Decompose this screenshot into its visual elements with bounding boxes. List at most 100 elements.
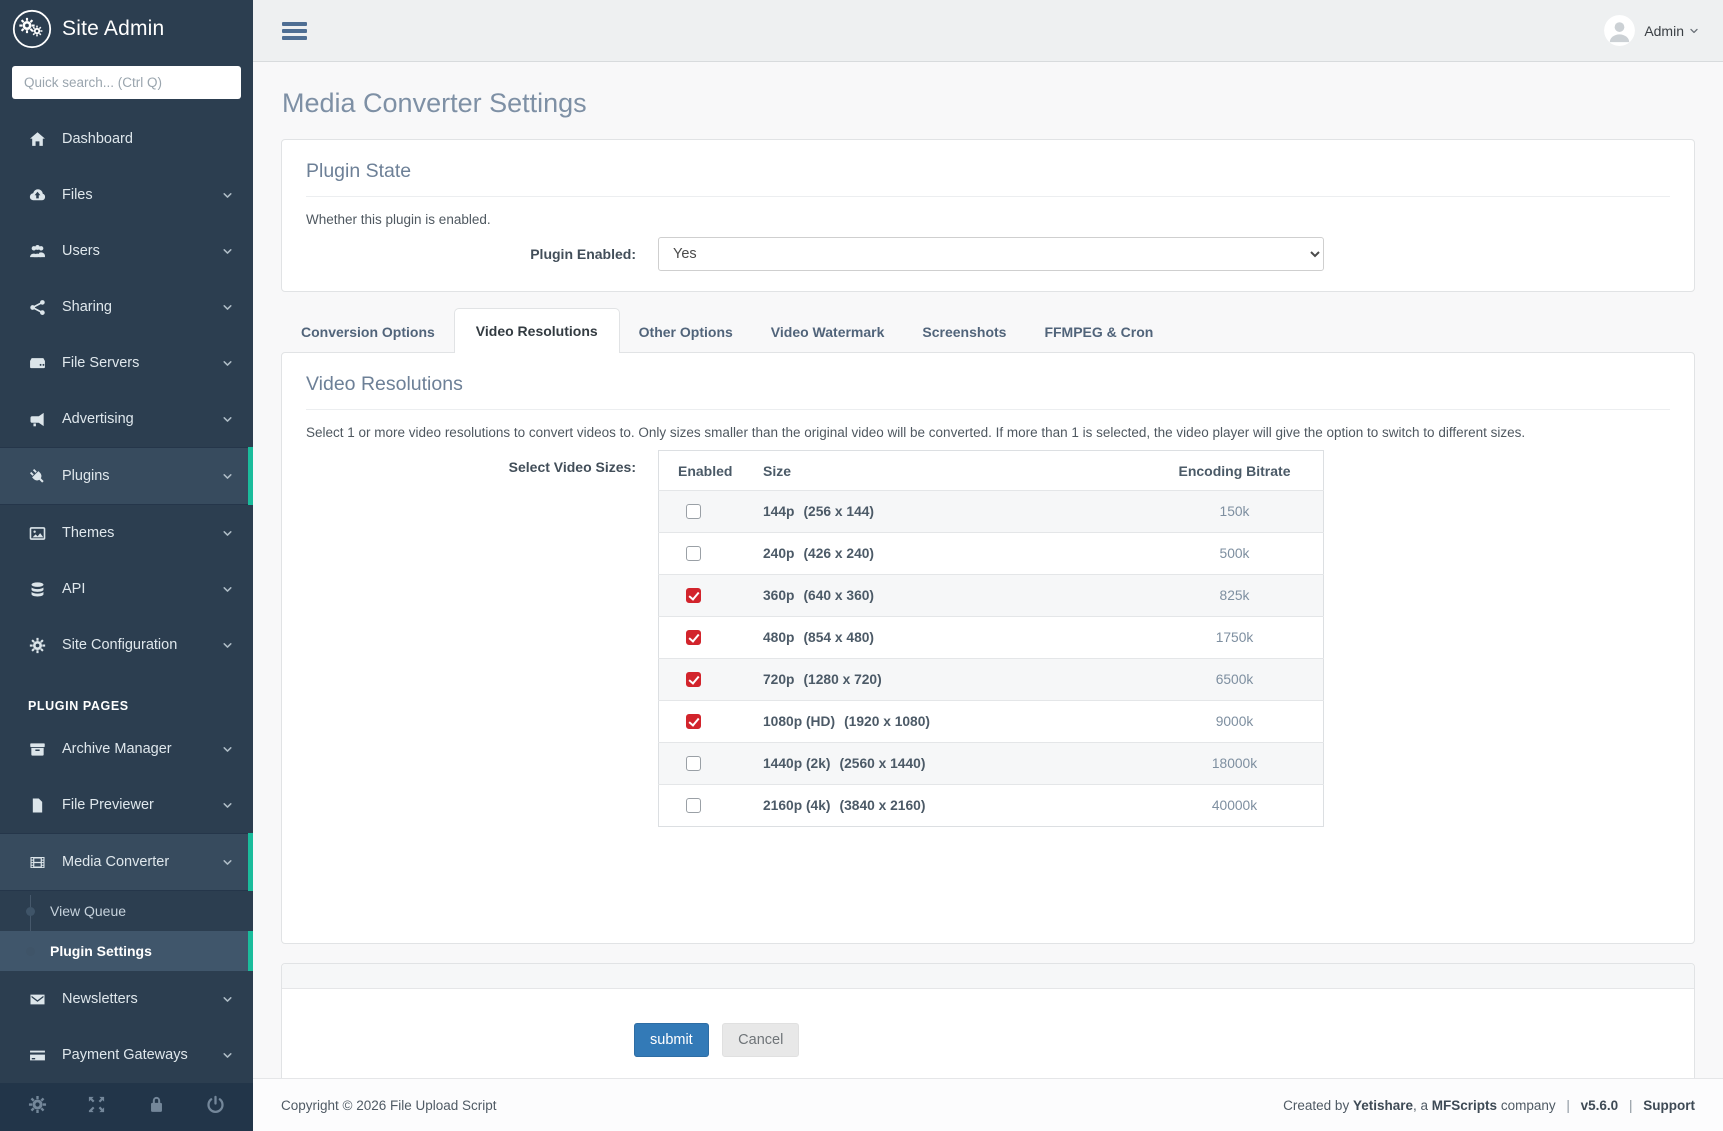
resolution-enabled-checkbox[interactable] bbox=[686, 756, 701, 771]
lock-button[interactable] bbox=[147, 1095, 166, 1119]
column-header-size: Size bbox=[762, 451, 1146, 491]
image-icon bbox=[29, 525, 46, 542]
divider bbox=[306, 196, 1670, 197]
credits-suffix: company bbox=[1501, 1098, 1556, 1113]
size-dimensions: (1280 x 720) bbox=[803, 672, 881, 687]
sidebar-item-label: Sharing bbox=[62, 299, 222, 315]
resolution-enabled-checkbox[interactable] bbox=[686, 546, 701, 561]
chevron-down-icon bbox=[222, 640, 233, 651]
sidebar-item-users[interactable]: Users bbox=[0, 223, 253, 279]
admin-user-menu[interactable]: Admin bbox=[1604, 15, 1699, 46]
app-title: Site Admin bbox=[62, 17, 164, 41]
video-size-row: 480p(854 x 480)1750k bbox=[659, 617, 1324, 659]
vendor-name[interactable]: Yetishare bbox=[1353, 1098, 1413, 1113]
database-icon bbox=[29, 581, 46, 598]
share-icon bbox=[29, 299, 46, 316]
plug-icon bbox=[29, 468, 46, 485]
video-resolutions-heading: Video Resolutions bbox=[306, 373, 1670, 396]
plugin-state-description: Whether this plugin is enabled. bbox=[306, 212, 1670, 227]
select-video-sizes-label: Select Video Sizes: bbox=[306, 450, 636, 827]
company-name[interactable]: MFScripts bbox=[1432, 1098, 1497, 1113]
page-content: Media Converter Settings Plugin State Wh… bbox=[253, 62, 1723, 1078]
sidebar-item-themes[interactable]: Themes bbox=[0, 505, 253, 561]
power-icon bbox=[206, 1095, 225, 1114]
resolution-enabled-checkbox[interactable] bbox=[686, 714, 701, 729]
resolution-enabled-checkbox[interactable] bbox=[686, 672, 701, 687]
sidebar-item-file-servers[interactable]: File Servers bbox=[0, 335, 253, 391]
sidebar-item-label: Site Configuration bbox=[62, 637, 222, 653]
gears-logo-icon bbox=[12, 9, 52, 49]
sidebar-subitem-label: Plugin Settings bbox=[50, 943, 152, 959]
cancel-button[interactable]: Cancel bbox=[722, 1023, 799, 1057]
credits-connector: , a bbox=[1413, 1098, 1428, 1113]
sidebar-footer-bar bbox=[0, 1083, 253, 1131]
encoding-bitrate-value: 40000k bbox=[1146, 785, 1324, 827]
size-dimensions: (640 x 360) bbox=[803, 588, 874, 603]
size-dimensions: (1920 x 1080) bbox=[844, 714, 930, 729]
sidebar-item-file-previewer[interactable]: File Previewer bbox=[0, 777, 253, 833]
sidebar-item-payment-gateways[interactable]: Payment Gateways bbox=[0, 1027, 253, 1083]
tab-video-resolutions[interactable]: Video Resolutions bbox=[454, 308, 620, 353]
search-input[interactable] bbox=[12, 66, 241, 99]
sidebar-item-newsletters[interactable]: Newsletters bbox=[0, 971, 253, 1027]
expand-button[interactable] bbox=[87, 1095, 106, 1119]
gear-icon bbox=[29, 637, 46, 654]
archive-icon bbox=[29, 741, 46, 758]
sidebar-item-advertising[interactable]: Advertising bbox=[0, 391, 253, 447]
chevron-down-icon bbox=[222, 471, 233, 482]
chevron-down-icon bbox=[222, 857, 233, 868]
video-size-row: 240p(426 x 240)500k bbox=[659, 533, 1324, 575]
credits-prefix: Created by bbox=[1283, 1098, 1349, 1113]
tab-video-watermark[interactable]: Video Watermark bbox=[752, 312, 904, 352]
size-dimensions: (426 x 240) bbox=[803, 546, 874, 561]
sidebar-item-api[interactable]: API bbox=[0, 561, 253, 617]
bullet-icon bbox=[26, 947, 35, 956]
version-label: v5.6.0 bbox=[1581, 1098, 1619, 1113]
sidebar-item-dashboard[interactable]: Dashboard bbox=[0, 111, 253, 167]
tab-conversion-options[interactable]: Conversion Options bbox=[282, 312, 454, 352]
resolution-enabled-checkbox[interactable] bbox=[686, 630, 701, 645]
size-name: 360p bbox=[763, 588, 794, 603]
sidebar-item-site-configuration[interactable]: Site Configuration bbox=[0, 617, 253, 673]
lock-icon bbox=[147, 1095, 166, 1114]
tab-screenshots[interactable]: Screenshots bbox=[903, 312, 1025, 352]
sidebar-item-label: Themes bbox=[62, 525, 222, 541]
power-button[interactable] bbox=[206, 1095, 225, 1119]
resolution-enabled-checkbox[interactable] bbox=[686, 588, 701, 603]
resolution-enabled-checkbox[interactable] bbox=[686, 798, 701, 813]
envelope-icon bbox=[29, 991, 46, 1008]
plugin-enabled-select[interactable]: Yes bbox=[658, 237, 1324, 271]
sidebar-item-label: Dashboard bbox=[62, 131, 233, 147]
sidebar-item-label: Plugins bbox=[62, 468, 222, 484]
cloud-upload-icon bbox=[29, 187, 46, 204]
sidebar-item-archive-manager[interactable]: Archive Manager bbox=[0, 721, 253, 777]
sidebar-subitem-plugin-settings[interactable]: Plugin Settings bbox=[0, 931, 253, 971]
tab-other-options[interactable]: Other Options bbox=[620, 312, 752, 352]
gear-icon bbox=[28, 1095, 47, 1114]
encoding-bitrate-value: 9000k bbox=[1146, 701, 1324, 743]
size-dimensions: (256 x 144) bbox=[803, 504, 874, 519]
sidebar-item-label: Archive Manager bbox=[62, 741, 222, 757]
sidebar-subitem-view-queue[interactable]: View Queue bbox=[0, 891, 253, 931]
size-name: 144p bbox=[763, 504, 794, 519]
support-link[interactable]: Support bbox=[1643, 1098, 1695, 1113]
tab-ffmpeg-cron[interactable]: FFMPEG & Cron bbox=[1025, 312, 1172, 352]
sidebar-item-label: File Previewer bbox=[62, 797, 222, 813]
bullhorn-icon bbox=[29, 411, 46, 428]
sidebar-item-label: Advertising bbox=[62, 411, 222, 427]
submit-button[interactable]: submit bbox=[634, 1023, 709, 1057]
video-sizes-table: Enabled Size Encoding Bitrate 144p(256 x… bbox=[658, 450, 1324, 827]
gear-button[interactable] bbox=[28, 1095, 47, 1119]
sidebar-item-sharing[interactable]: Sharing bbox=[0, 279, 253, 335]
film-icon bbox=[29, 854, 46, 871]
hamburger-menu-button[interactable] bbox=[282, 22, 307, 40]
resolution-enabled-checkbox[interactable] bbox=[686, 504, 701, 519]
hdd-icon bbox=[29, 355, 46, 372]
sidebar-item-label: Payment Gateways bbox=[62, 1047, 222, 1063]
sidebar-item-media-converter[interactable]: Media Converter bbox=[0, 833, 253, 891]
sidebar-item-files[interactable]: Files bbox=[0, 167, 253, 223]
chevron-down-icon bbox=[222, 414, 233, 425]
sidebar-item-plugins[interactable]: Plugins bbox=[0, 447, 253, 505]
plugin-state-card: Plugin State Whether this plugin is enab… bbox=[281, 139, 1695, 292]
home-icon bbox=[29, 131, 46, 148]
